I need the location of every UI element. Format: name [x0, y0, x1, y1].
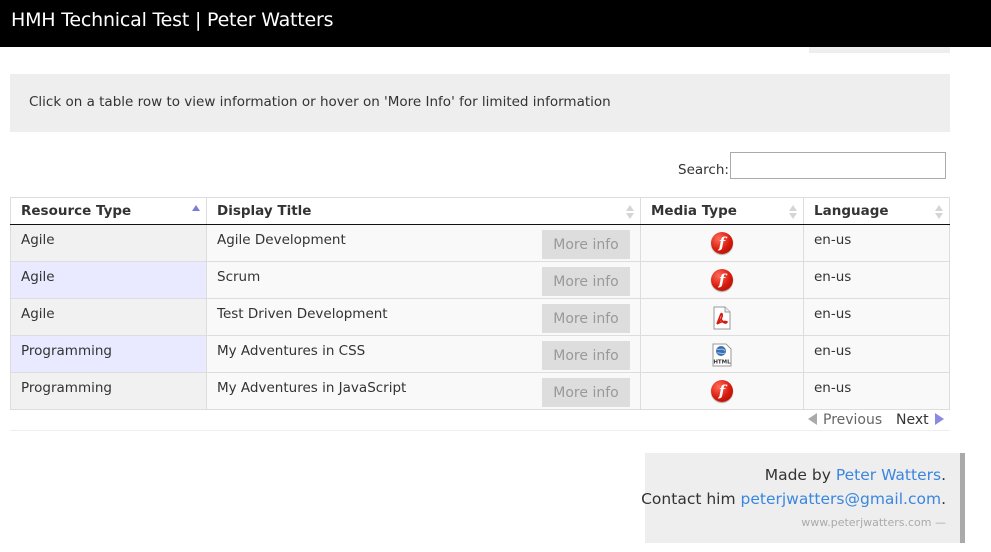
more-info-button[interactable]: More info — [542, 341, 630, 370]
language-cell: en-us — [803, 261, 950, 299]
media-type-cell: HTML — [640, 335, 804, 373]
column-header-label: Display Title — [217, 203, 312, 219]
display-title-cell: Test Driven Development More info — [206, 298, 641, 336]
sort-both-icon — [935, 205, 944, 219]
more-info-button[interactable]: More info — [542, 378, 630, 407]
display-title-cell: Scrum More info — [206, 261, 641, 299]
search-input[interactable] — [730, 152, 946, 179]
column-header-label: Media Type — [651, 203, 737, 219]
html-icon: HTML — [712, 343, 732, 367]
next-page-button[interactable]: Next — [896, 412, 944, 428]
pdf-icon — [713, 306, 731, 330]
footer-panel: Made by Peter Watters. Contact him peter… — [641, 453, 965, 543]
contact-line: Contact him peterjwatters@gmail.com. — [641, 490, 946, 508]
table-row[interactable]: Programming My Adventures in CSS More in… — [10, 335, 950, 373]
column-header-language[interactable]: Language — [803, 197, 950, 225]
search-label: Search: — [678, 162, 729, 178]
previous-label: Previous — [823, 412, 883, 428]
more-info-button[interactable]: More info — [542, 230, 630, 259]
column-header-label: Resource Type — [21, 203, 132, 219]
media-type-cell: f — [640, 372, 804, 410]
language-cell: en-us — [803, 335, 950, 373]
table-header-row: Resource Type Display Title Media Type L… — [10, 197, 950, 225]
email-link[interactable]: peterjwatters@gmail.com — [741, 490, 942, 508]
sort-both-icon — [626, 205, 635, 219]
next-label: Next — [896, 412, 929, 428]
divider — [10, 430, 950, 431]
previous-page-button[interactable]: Previous — [808, 412, 882, 428]
display-title-cell: My Adventures in JavaScript More info — [206, 372, 641, 410]
resource-type-cell: Agile — [10, 224, 207, 262]
column-header-display-title[interactable]: Display Title — [206, 197, 641, 225]
language-cell: en-us — [803, 298, 950, 336]
display-title-cell: My Adventures in CSS More info — [206, 335, 641, 373]
table-row[interactable]: Programming My Adventures in JavaScript … — [10, 372, 950, 410]
arrow-left-icon — [808, 413, 817, 425]
resource-type-cell: Agile — [10, 298, 207, 336]
top-bar: HMH Technical Test | Peter Watters — [0, 0, 991, 47]
resource-type-cell: Programming — [10, 372, 207, 410]
media-type-cell: f — [640, 224, 804, 262]
corner-tab — [809, 47, 950, 53]
table-row[interactable]: Agile Agile Development More info f en-u… — [10, 224, 950, 262]
flash-icon: f — [711, 380, 733, 402]
table-row[interactable]: Agile Scrum More info f en-us — [10, 261, 950, 299]
instructions-panel: Click on a table row to view information… — [10, 74, 950, 132]
resource-type-cell: Programming — [10, 335, 207, 373]
language-cell: en-us — [803, 372, 950, 410]
made-by-line: Made by Peter Watters. — [764, 466, 946, 484]
more-info-button[interactable]: More info — [542, 304, 630, 333]
display-title-cell: Agile Development More info — [206, 224, 641, 262]
resource-type-cell: Agile — [10, 261, 207, 299]
table-row[interactable]: Agile Test Driven Development More info … — [10, 298, 950, 336]
svg-text:HTML: HTML — [713, 360, 731, 366]
language-cell: en-us — [803, 224, 950, 262]
column-header-label: Language — [814, 203, 889, 219]
site-credit: www.peterjwatters.com — — [801, 516, 946, 529]
media-type-cell: f — [640, 261, 804, 299]
resources-table: Resource Type Display Title Media Type L… — [10, 197, 950, 410]
flash-icon: f — [711, 269, 733, 291]
author-link[interactable]: Peter Watters — [836, 466, 941, 484]
sort-both-icon — [789, 205, 798, 219]
instructions-text: Click on a table row to view information… — [29, 94, 611, 110]
media-type-cell — [640, 298, 804, 336]
page-title: HMH Technical Test | Peter Watters — [11, 9, 334, 31]
arrow-right-icon — [934, 413, 944, 425]
column-header-media-type[interactable]: Media Type — [640, 197, 804, 225]
column-header-resource-type[interactable]: Resource Type — [10, 197, 207, 225]
sort-ascending-icon — [192, 205, 201, 219]
flash-icon: f — [711, 232, 733, 254]
more-info-button[interactable]: More info — [542, 267, 630, 296]
